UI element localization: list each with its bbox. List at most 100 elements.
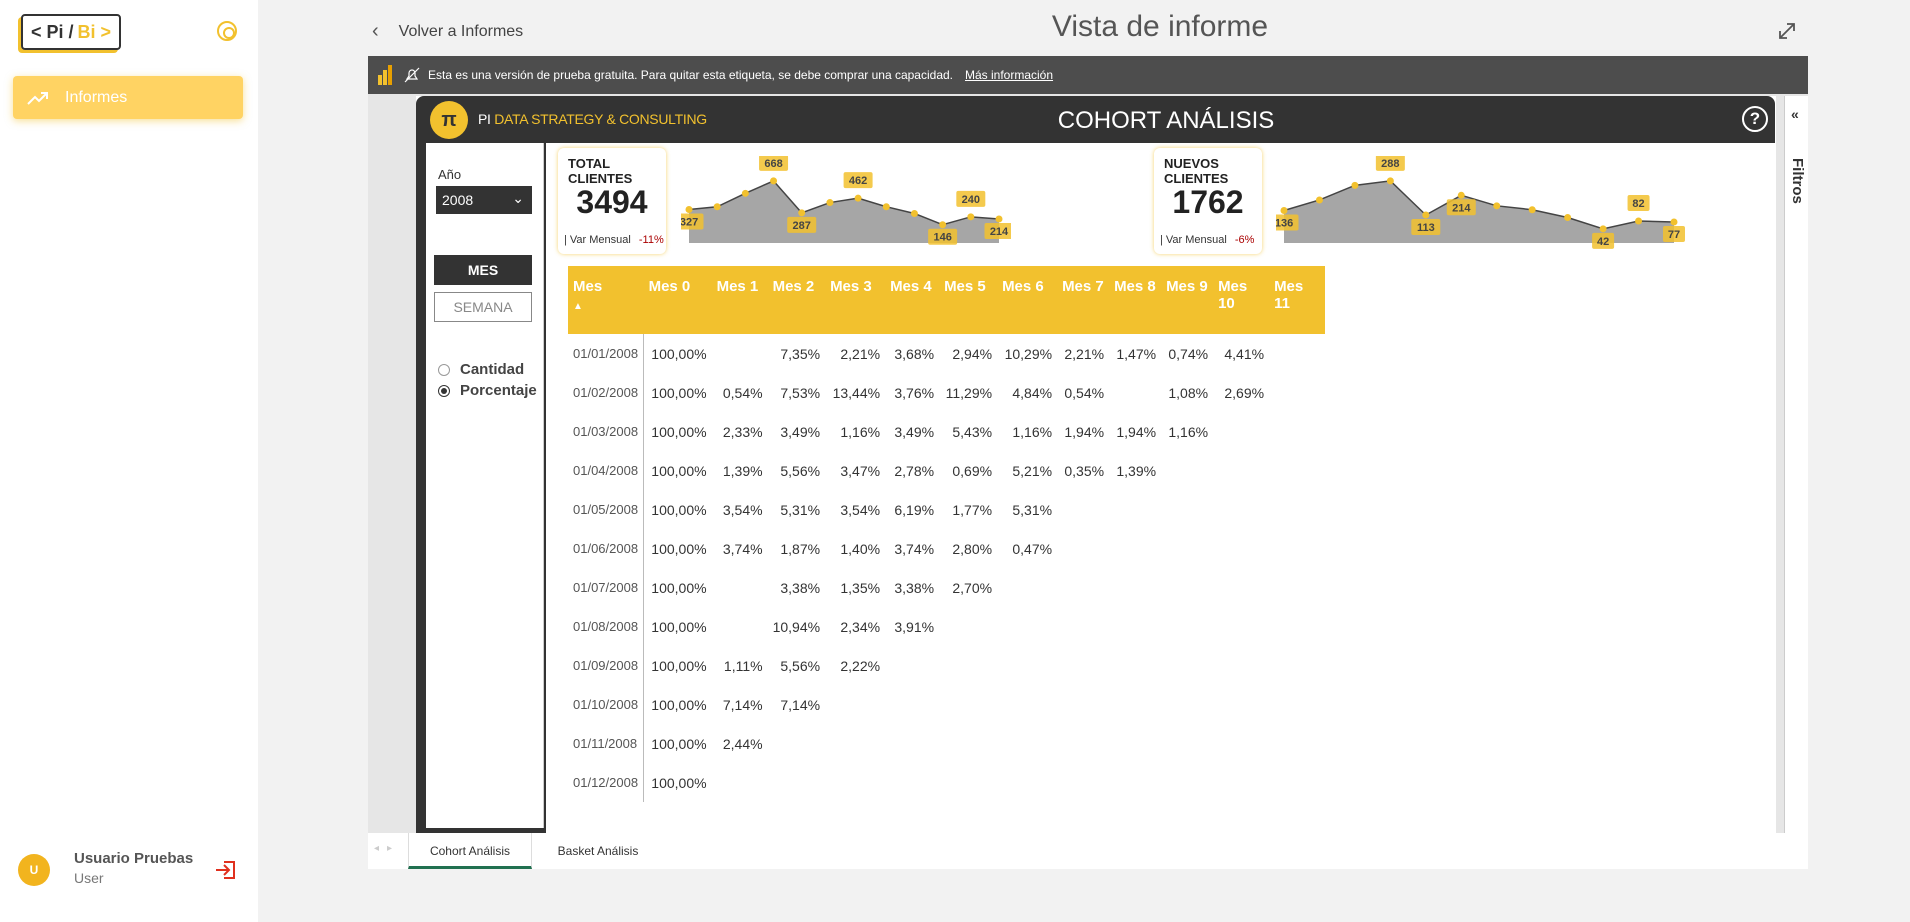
column-header[interactable]: Mes 10 — [1213, 266, 1270, 334]
retention-cell: 6,19% — [894, 501, 935, 518]
mes-button[interactable]: MES — [434, 255, 532, 285]
column-header[interactable]: Mes 1 — [711, 266, 768, 334]
retention-cell: 2,22% — [840, 657, 881, 674]
tab-cohort-analisis[interactable]: Cohort Análisis — [408, 833, 532, 869]
sparkline-point[interactable] — [1670, 218, 1678, 226]
column-header[interactable]: Mes 2 — [767, 266, 826, 334]
page-title: Vista de informe — [1051, 10, 1269, 43]
retention-cell — [1057, 646, 1109, 685]
retention-cell: 11,29% — [945, 384, 993, 401]
sparkline-point[interactable] — [685, 206, 693, 214]
logo-right: Bi > — [77, 21, 112, 42]
retention-cell — [825, 724, 885, 763]
radio-porcentaje[interactable]: Porcentaje — [438, 382, 537, 399]
sparkline-point[interactable] — [1351, 181, 1359, 189]
retention-cell — [885, 763, 939, 802]
column-header[interactable]: Mes 0 — [643, 266, 712, 334]
sidebar-item-informes[interactable]: Informes — [13, 76, 243, 119]
retention-cell — [1161, 451, 1213, 490]
sparkline-point[interactable] — [1564, 214, 1572, 222]
sidebar-toggle-icon[interactable] — [217, 21, 237, 41]
retention-cell — [1213, 724, 1269, 763]
filters-pane[interactable]: « Filtros — [1784, 96, 1808, 833]
sparkline-point[interactable] — [741, 189, 749, 197]
sparkline-point[interactable] — [854, 194, 862, 202]
table-row: 01/07/2008 100,00% 3,38% 1,35% 3,38% 2,70% — [568, 568, 1325, 607]
sparkline-point[interactable] — [910, 209, 918, 217]
retention-cell: 3,38% — [894, 579, 935, 596]
sparkline-point[interactable] — [967, 213, 975, 221]
logout-icon[interactable] — [214, 858, 238, 882]
collapse-icon[interactable]: « — [1791, 106, 1799, 122]
retention-cell — [1269, 334, 1325, 373]
retention-cell — [1213, 451, 1269, 490]
column-header[interactable]: Mes 5 — [939, 266, 998, 334]
retention-cell — [1109, 646, 1161, 685]
retention-cell — [939, 724, 997, 763]
sparkline-point[interactable] — [1315, 196, 1323, 204]
sparkline-point[interactable] — [1599, 225, 1607, 233]
kpi-total-clientes: TOTAL CLIENTES 3494 | Var Mensual -11% — [558, 148, 666, 254]
radio-label: Cantidad — [460, 361, 525, 378]
report-topbar: π PI DATA STRATEGY & CONSULTING COHORT A… — [416, 96, 1775, 143]
column-header[interactable]: Mes 8 — [1109, 266, 1162, 334]
sparkline-point[interactable] — [1422, 211, 1430, 219]
retention-cell — [1161, 529, 1213, 568]
retention-cell — [1269, 724, 1325, 763]
semana-button[interactable]: SEMANA — [434, 292, 532, 322]
retention-cell — [1213, 529, 1269, 568]
retention-cell: 1,47% — [1116, 345, 1157, 362]
retention-cell — [1269, 529, 1325, 568]
sparkline-point[interactable] — [1386, 177, 1394, 185]
sparkline-point[interactable] — [1493, 202, 1501, 210]
retention-cell: 3,76% — [894, 384, 935, 401]
retention-cell — [1057, 763, 1109, 802]
retention-cell: 1,16% — [1012, 423, 1053, 440]
column-header[interactable]: Mes 7 — [1057, 266, 1110, 334]
tab-nav-arrows-icon[interactable]: ◂▸ — [374, 843, 400, 854]
more-info-link[interactable]: Más información — [965, 68, 1053, 82]
retention-cell: 10,94% — [772, 618, 821, 635]
column-header[interactable]: Mes 6 — [997, 266, 1058, 334]
retention-cell: 3,49% — [894, 423, 935, 440]
year-dropdown[interactable]: 2008 ⌄ — [436, 186, 532, 214]
retention-cell — [825, 763, 885, 802]
kpi-title: TOTAL CLIENTES — [568, 156, 633, 186]
report-page-tabs: ◂▸ Cohort Análisis Basket Análisis — [368, 833, 1808, 869]
retention-cell: 7,14% — [722, 696, 763, 713]
retention-cell: 100,00% — [651, 345, 707, 362]
sparkline-point[interactable] — [882, 203, 890, 211]
report-canvas: π PI DATA STRATEGY & CONSULTING COHORT A… — [416, 96, 1776, 833]
sort-ascending-icon[interactable]: ▲ — [573, 301, 640, 312]
retention-cell: 0,74% — [1168, 345, 1209, 362]
help-icon[interactable]: ? — [1742, 106, 1768, 132]
brand-name: PI DATA STRATEGY & CONSULTING — [478, 111, 707, 127]
sparkline-point[interactable] — [1457, 191, 1465, 199]
expand-icon[interactable] — [1776, 20, 1798, 42]
back-to-reports-link[interactable]: ‹ Volver a Informes — [372, 20, 523, 43]
column-header[interactable]: Mes 3 — [825, 266, 886, 334]
sparkline-point[interactable] — [1635, 217, 1643, 225]
sparkline-point[interactable] — [939, 221, 947, 229]
sparkline-point[interactable] — [1280, 206, 1288, 214]
sparkline-point[interactable] — [798, 209, 806, 217]
app-logo[interactable]: < Pi / Bi > — [21, 14, 121, 50]
retention-cell: 2,44% — [722, 735, 763, 752]
column-header[interactable]: Mes 9 — [1161, 266, 1214, 334]
column-header[interactable]: Mes 4 — [885, 266, 940, 334]
retention-cell: 13,44% — [832, 384, 881, 401]
sparkline-point[interactable] — [826, 199, 834, 207]
column-header[interactable]: Mes ▲ — [568, 266, 644, 334]
retention-cell: 100,00% — [651, 501, 707, 518]
retention-cell — [1269, 607, 1325, 646]
sparkline-point[interactable] — [770, 177, 778, 185]
sparkline-point[interactable] — [1528, 206, 1536, 214]
retention-cell — [1057, 529, 1109, 568]
sparkline-point[interactable] — [995, 215, 1003, 223]
retention-cell: 2,21% — [840, 345, 881, 362]
retention-cell — [1269, 373, 1325, 412]
tab-basket-analisis[interactable]: Basket Análisis — [538, 833, 658, 869]
sparkline-point[interactable] — [713, 203, 721, 211]
radio-cantidad[interactable]: Cantidad — [438, 361, 524, 378]
column-header[interactable]: Mes 11 — [1269, 266, 1326, 334]
